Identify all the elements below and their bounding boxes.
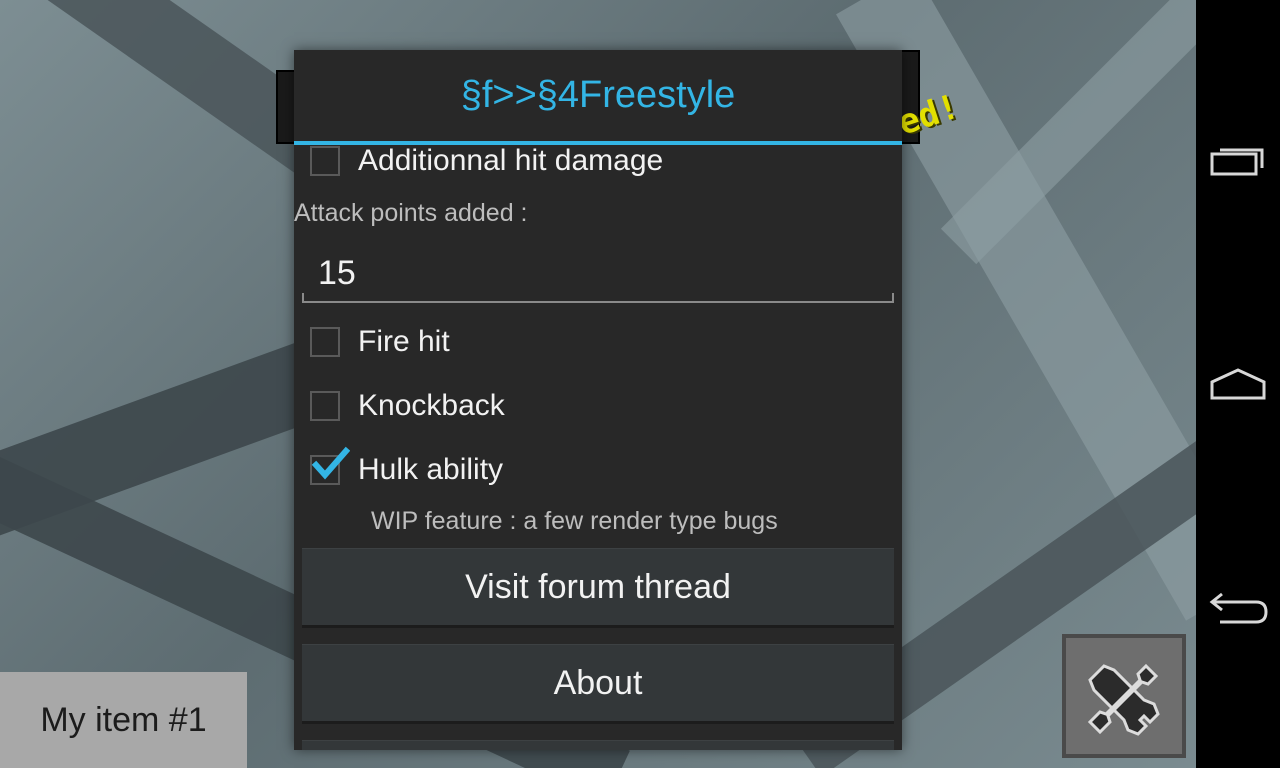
- attack-points-input[interactable]: [302, 245, 894, 303]
- checkbox[interactable]: [310, 391, 340, 421]
- option-fire-hit[interactable]: Fire hit: [310, 318, 450, 366]
- check-icon: [311, 446, 350, 480]
- freestyle-dialog: §f>>§4Freestyle Additionnal hit damage A…: [294, 50, 902, 750]
- about-button[interactable]: About: [302, 644, 894, 724]
- dialog-title: §f>>§4Freestyle: [460, 74, 736, 116]
- checkbox[interactable]: [310, 146, 340, 176]
- navigation-bar: [1196, 0, 1280, 768]
- recent-apps-icon: [1210, 148, 1264, 176]
- option-knockback[interactable]: Knockback: [310, 382, 505, 430]
- checkbox[interactable]: [310, 327, 340, 357]
- back-icon: [1209, 592, 1268, 624]
- option-label: Additionnal hit damage: [358, 144, 664, 177]
- dialog-header: §f>>§4Freestyle: [294, 50, 902, 145]
- visit-forum-button[interactable]: Visit forum thread: [302, 548, 894, 628]
- next-button-partial[interactable]: [302, 740, 894, 750]
- recent-apps-button[interactable]: [1196, 118, 1280, 202]
- my-item-tab[interactable]: My item #1: [0, 672, 247, 768]
- input-corner: [302, 293, 304, 303]
- checkbox-checked[interactable]: [310, 446, 350, 485]
- dialog-body: Additionnal hit damage Attack points add…: [294, 144, 902, 750]
- option-label: Hulk ability: [358, 453, 504, 486]
- option-label: Fire hit: [358, 325, 450, 358]
- wip-note: WIP feature : a few render type bugs: [371, 507, 778, 535]
- input-corner: [892, 293, 894, 303]
- my-item-label: My item #1: [40, 700, 207, 739]
- home-button[interactable]: [1196, 340, 1280, 424]
- tools-button[interactable]: [1062, 634, 1186, 758]
- wrench-screwdriver-icon: [1087, 663, 1160, 736]
- back-button[interactable]: [1196, 564, 1280, 648]
- option-hulk-ability[interactable]: Hulk ability: [310, 446, 503, 494]
- attack-points-label: Attack points added :: [294, 199, 528, 227]
- option-label: Knockback: [358, 389, 505, 422]
- home-icon: [1210, 368, 1266, 400]
